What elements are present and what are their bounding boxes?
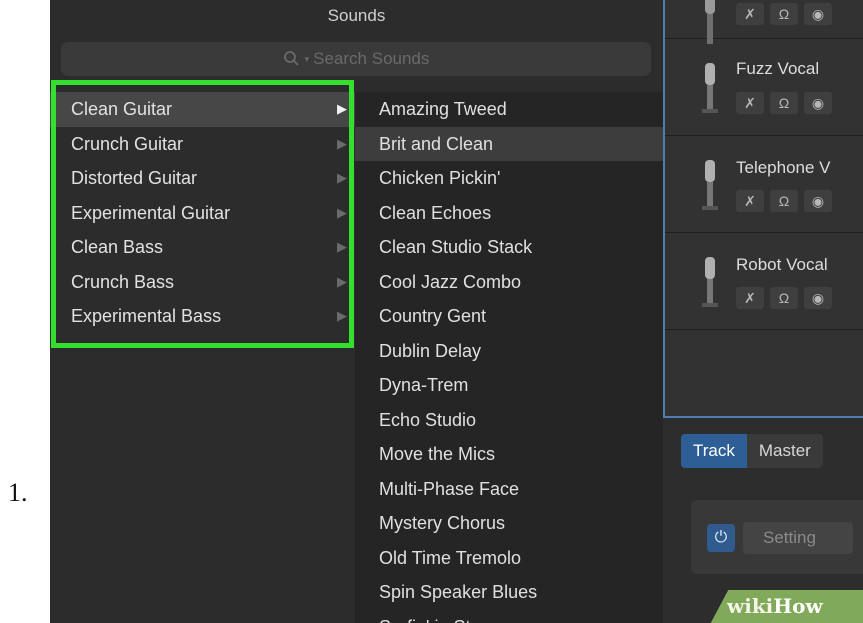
disclosure-arrow-icon: ▶ [337, 204, 347, 220]
sound-item[interactable]: Echo Studio [355, 403, 663, 438]
sound-list: Amazing Tweed Brit and Clean Chicken Pic… [355, 92, 663, 623]
category-label: Distorted Guitar [71, 168, 198, 188]
search-placeholder: Search Sounds [313, 49, 430, 68]
step-number: 1. [8, 478, 28, 507]
sound-item[interactable]: Country Gent [355, 299, 663, 334]
track-row-fuzz-vocal[interactable]: Fuzz Vocal ✗ Ω ◉ [665, 39, 863, 136]
tab-master[interactable]: Master [747, 434, 823, 468]
category-label: Crunch Bass [71, 271, 175, 292]
record-enable-icon[interactable]: ◉ [804, 287, 832, 309]
headphones-icon[interactable]: Ω [770, 3, 798, 25]
headphones-icon[interactable]: Ω [770, 92, 798, 114]
category-item-clean-bass[interactable]: Clean Bass ▶ [50, 230, 355, 265]
disclosure-arrow-icon: ▶ [337, 135, 347, 151]
record-enable-icon[interactable]: ◉ [804, 3, 832, 25]
sound-item[interactable]: Brit and Clean [355, 126, 663, 161]
mute-icon[interactable]: ✗ [736, 190, 764, 212]
sounds-library-panel: Sounds ▾ Search Sounds Clean Guitar ▶ Cr… [50, 0, 663, 623]
track-name: Telephone V [736, 158, 831, 177]
category-item-crunch-guitar[interactable]: Crunch Guitar ▶ [50, 127, 355, 162]
record-enable-icon[interactable]: ◉ [804, 190, 832, 212]
plugin-setting-area: ⏻ Setting [691, 500, 863, 574]
microphone-icon [702, 63, 718, 113]
headphones-icon[interactable]: Ω [770, 190, 798, 212]
track-row-telephone[interactable]: Telephone V ✗ Ω ◉ [665, 136, 863, 233]
sound-item[interactable]: Old Time Tremolo [355, 541, 663, 576]
category-label: Crunch Guitar [71, 133, 184, 154]
category-label: Experimental Guitar [71, 202, 231, 223]
inspector-panel: Track Master ⏻ Setting wikiHow [663, 418, 863, 623]
category-item-crunch-bass[interactable]: Crunch Bass ▶ [50, 265, 355, 300]
search-icon [283, 51, 299, 66]
track-row[interactable]: ✗ Ω ◉ [665, 0, 863, 44]
disclosure-arrow-icon: ▶ [337, 273, 347, 289]
sound-item[interactable]: Dublin Delay [355, 334, 663, 369]
sound-item[interactable]: Clean Studio Stack [355, 230, 663, 265]
mute-icon[interactable]: ✗ [736, 92, 764, 114]
search-input[interactable]: ▾ Search Sounds [61, 42, 651, 76]
track-controls: ✗ Ω ◉ [736, 3, 832, 25]
category-label: Clean Bass [71, 237, 164, 257]
mute-icon[interactable]: ✗ [736, 3, 764, 25]
category-label: Clean Guitar [71, 99, 173, 119]
disclosure-arrow-icon: ▶ [337, 170, 347, 185]
disclosure-arrow-icon: ▶ [337, 101, 347, 116]
inspector-tab-bar: Track Master [681, 434, 823, 468]
microphone-icon [702, 160, 718, 210]
disclosure-arrow-icon: ▶ [337, 308, 347, 323]
sound-item[interactable]: Clean Echoes [355, 196, 663, 231]
microphone-icon [702, 257, 718, 307]
tracks-panel: ✗ Ω ◉ Fuzz Vocal ✗ Ω ◉ Telephone V ✗ Ω ◉… [663, 0, 863, 418]
mute-icon[interactable]: ✗ [736, 287, 764, 309]
track-controls: ✗ Ω ◉ [736, 287, 832, 309]
category-item-clean-guitar[interactable]: Clean Guitar ▶ [50, 92, 355, 127]
track-row-robot-vocal[interactable]: Robot Vocal ✗ Ω ◉ [665, 233, 863, 330]
category-list: Clean Guitar ▶ Crunch Guitar ▶ Distorted… [50, 92, 355, 334]
track-name: Robot Vocal [736, 255, 828, 274]
track-name: Fuzz Vocal [736, 59, 820, 78]
category-item-distorted-guitar[interactable]: Distorted Guitar ▶ [50, 161, 355, 196]
sound-item[interactable]: Surfin' in Stereo [355, 610, 663, 623]
sound-item[interactable]: Spin Speaker Blues [355, 575, 663, 610]
disclosure-arrow-icon: ▶ [337, 239, 347, 254]
sound-item[interactable]: Mystery Chorus [355, 506, 663, 541]
track-controls: ✗ Ω ◉ [736, 92, 832, 114]
track-controls: ✗ Ω ◉ [736, 190, 832, 212]
sound-item[interactable]: Dyna-Trem [355, 368, 663, 403]
sound-item[interactable]: Chicken Pickin' [355, 161, 663, 196]
sound-item[interactable]: Cool Jazz Combo [355, 265, 663, 300]
wikihow-watermark: wikiHow [727, 594, 823, 618]
tab-track[interactable]: Track [681, 434, 747, 468]
headphones-icon[interactable]: Ω [770, 287, 798, 309]
category-item-experimental-bass[interactable]: Experimental Bass ▶ [50, 299, 355, 334]
panel-title: Sounds [327, 6, 386, 25]
logic-app-window: Sounds ▾ Search Sounds Clean Guitar ▶ Cr… [50, 0, 863, 623]
sound-item[interactable]: Amazing Tweed [355, 92, 663, 127]
chevron-down-icon: ▾ [304, 53, 310, 64]
sound-item[interactable]: Multi-Phase Face [355, 472, 663, 507]
sound-item[interactable]: Move the Mics [355, 437, 663, 472]
setting-button[interactable]: Setting [743, 522, 853, 554]
power-icon[interactable]: ⏻ [707, 524, 735, 552]
category-item-experimental-guitar[interactable]: Experimental Guitar ▶ [50, 196, 355, 231]
category-label: Experimental Bass [71, 306, 222, 326]
record-enable-icon[interactable]: ◉ [804, 92, 832, 114]
